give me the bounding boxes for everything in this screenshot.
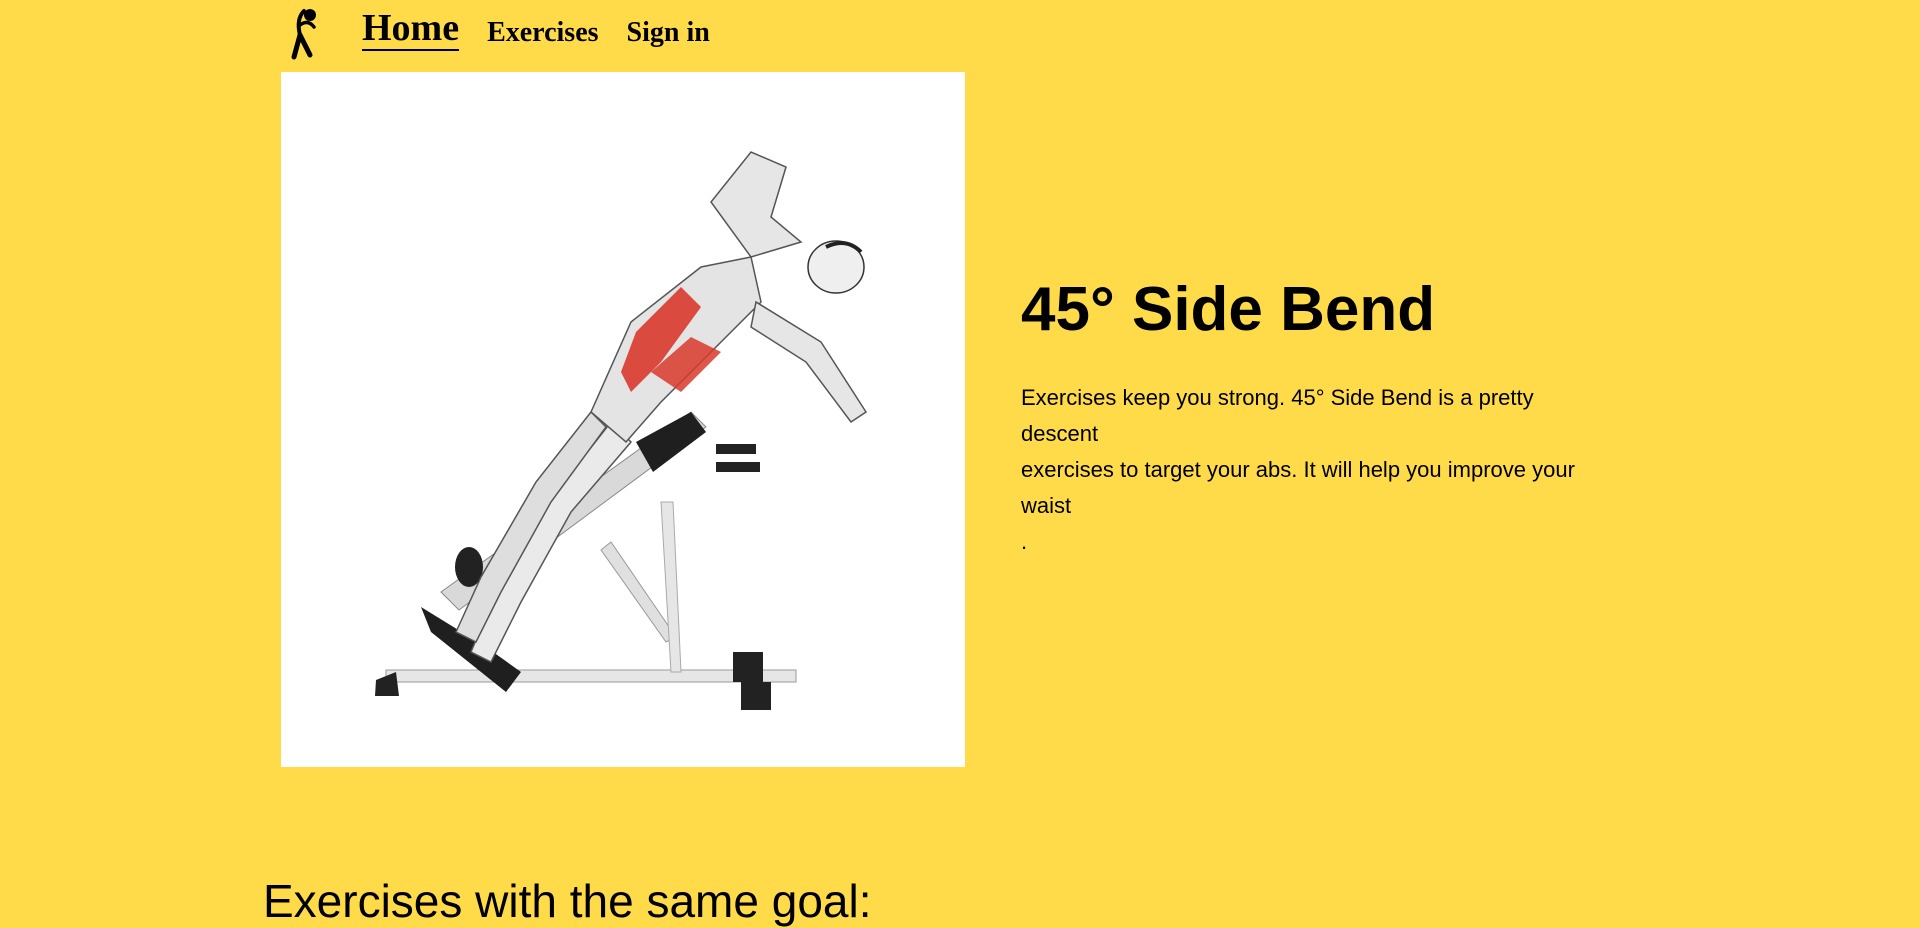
exercise-description: Exercises keep you strong. 45° Side Bend… xyxy=(1021,380,1611,560)
related-exercises-heading: Exercises with the same goal: xyxy=(263,875,872,927)
nav-exercises-link[interactable]: Exercises xyxy=(487,19,598,47)
description-line: . xyxy=(1021,529,1028,554)
nav-sign-in-link[interactable]: Sign in xyxy=(627,19,710,47)
stretching-person-icon[interactable] xyxy=(280,5,324,61)
description-line: exercises to target your abs. It will he… xyxy=(1021,457,1575,518)
top-navigation: Home Exercises Sign in xyxy=(280,0,738,66)
page: Home Exercises Sign in 45° Side Bend Exe… xyxy=(0,0,1920,928)
exercise-illustration xyxy=(281,72,965,767)
nav-home-link[interactable]: Home xyxy=(362,9,460,51)
exercise-title: 45° Side Bend xyxy=(1021,275,1436,344)
description-line: Exercises keep you strong. 45° Side Bend… xyxy=(1021,385,1534,446)
